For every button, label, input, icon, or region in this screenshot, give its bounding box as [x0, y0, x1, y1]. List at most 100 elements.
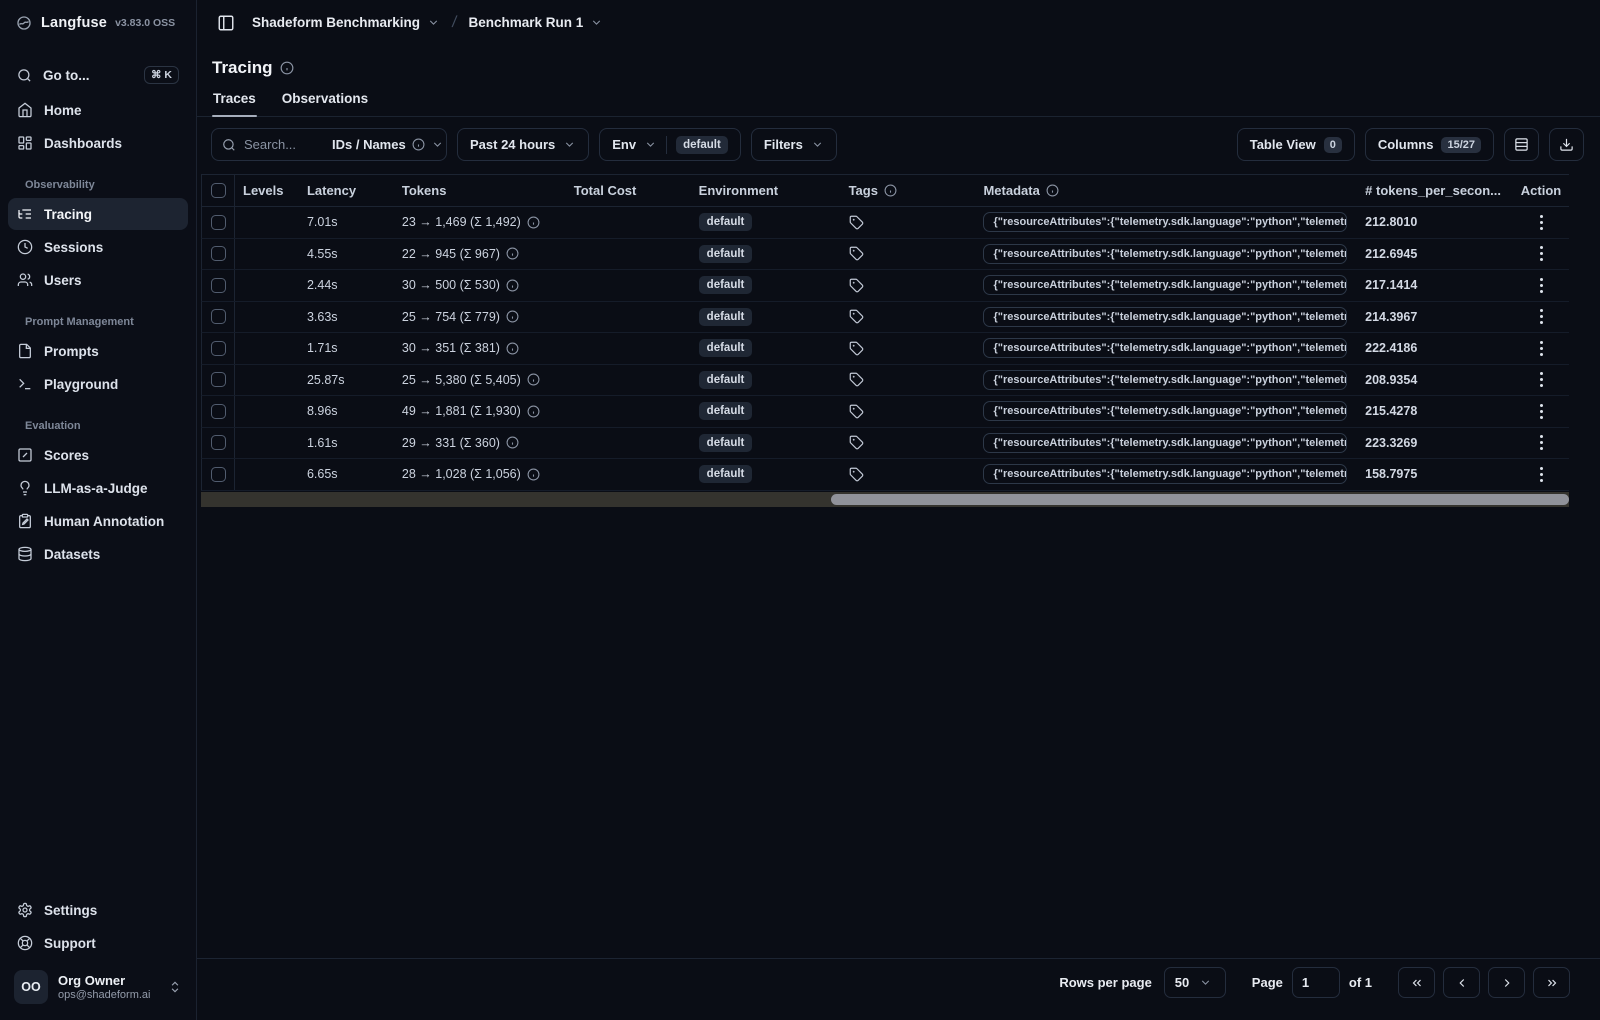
sidebar-item-label: Settings: [44, 902, 98, 918]
row-checkbox[interactable]: [210, 246, 226, 262]
row-actions-kebab[interactable]: [1536, 398, 1547, 424]
table-row[interactable]: 2.44s 30 → 500 (Σ 530) default {"resourc…: [201, 270, 1569, 302]
sidebar-item-human-annotation[interactable]: Human Annotation: [8, 505, 188, 537]
rows-per-page-select[interactable]: 50: [1163, 967, 1226, 998]
table-row[interactable]: 6.65s 28 → 1,028 (Σ 1,056) default {"res…: [201, 459, 1569, 491]
row-cell-tags[interactable]: [841, 239, 976, 270]
table-body: 7.01s 23 → 1,469 (Σ 1,492) default {"res…: [201, 207, 1569, 491]
metadata-pill[interactable]: {"resourceAttributes":{"telemetry.sdk.la…: [983, 338, 1348, 359]
user-menu[interactable]: OO Org Owner ops@shadeform.ai: [0, 960, 196, 1020]
sidebar-item-support[interactable]: Support: [8, 927, 188, 959]
row-height-button[interactable]: [1504, 128, 1539, 161]
row-cell-tags[interactable]: [841, 270, 976, 301]
header-cell-tokens[interactable]: Tokens: [394, 175, 566, 206]
metadata-pill[interactable]: {"resourceAttributes":{"telemetry.sdk.la…: [983, 401, 1348, 422]
tab-observations[interactable]: Observations: [281, 91, 369, 116]
sidebar-item-home[interactable]: Home: [8, 94, 188, 126]
table-row[interactable]: 4.55s 22 → 945 (Σ 967) default {"resourc…: [201, 238, 1569, 270]
row-cell-tags[interactable]: [841, 207, 976, 238]
horizontal-scrollbar[interactable]: [201, 491, 1569, 507]
row-cell-tags[interactable]: [841, 333, 976, 364]
header-cell-latency[interactable]: Latency: [299, 175, 394, 206]
row-actions-kebab[interactable]: [1536, 461, 1547, 487]
sidebar-item-datasets[interactable]: Datasets: [8, 538, 188, 570]
row-checkbox[interactable]: [210, 277, 226, 293]
sidebar-item-playground[interactable]: Playground: [8, 368, 188, 400]
env-filter-button[interactable]: Env default: [599, 128, 741, 161]
first-page-button[interactable]: [1398, 967, 1435, 998]
sidebar-item-label: Users: [44, 272, 82, 288]
header-cell-total-cost[interactable]: Total Cost: [566, 175, 691, 206]
search-box[interactable]: IDs / Names: [211, 128, 447, 161]
row-actions-kebab[interactable]: [1536, 209, 1547, 235]
header-cell-metadata[interactable]: Metadata: [975, 175, 1357, 206]
table-row[interactable]: 7.01s 23 → 1,469 (Σ 1,492) default {"res…: [201, 207, 1569, 239]
prev-page-button[interactable]: [1443, 967, 1480, 998]
tab-traces[interactable]: Traces: [212, 91, 257, 117]
table-row[interactable]: 8.96s 49 → 1,881 (Σ 1,930) default {"res…: [201, 396, 1569, 428]
metadata-pill[interactable]: {"resourceAttributes":{"telemetry.sdk.la…: [983, 464, 1348, 485]
metadata-pill[interactable]: {"resourceAttributes":{"telemetry.sdk.la…: [983, 432, 1348, 453]
sidebar-item-users[interactable]: Users: [8, 264, 188, 296]
header-cell-levels[interactable]: Levels: [235, 175, 299, 206]
header-cell-tokens-per-second[interactable]: # tokens_per_secon...: [1357, 175, 1513, 206]
search-scope-dropdown[interactable]: IDs / Names: [332, 137, 444, 152]
goto-search[interactable]: Go to... ⌘ K: [8, 59, 188, 91]
sidebar-section-prompt-management: Prompt Management: [25, 316, 134, 328]
sidebar-item-prompts[interactable]: Prompts: [8, 335, 188, 367]
table-row[interactable]: 3.63s 25 → 754 (Σ 779) default {"resourc…: [201, 301, 1569, 333]
row-cell-tags[interactable]: [841, 302, 976, 333]
table-view-button[interactable]: Table View 0: [1236, 128, 1355, 161]
breadcrumb-run[interactable]: Benchmark Run 1: [469, 15, 604, 30]
sidebar-item-scores[interactable]: Scores: [8, 439, 188, 471]
metadata-pill[interactable]: {"resourceAttributes":{"telemetry.sdk.la…: [983, 275, 1348, 296]
export-button[interactable]: [1549, 128, 1584, 161]
table-row[interactable]: 25.87s 25 → 5,380 (Σ 5,405) default {"re…: [201, 364, 1569, 396]
environment-badge: default: [698, 339, 753, 358]
row-checkbox[interactable]: [210, 309, 226, 325]
header-cell-environment[interactable]: Environment: [691, 175, 841, 206]
metadata-pill[interactable]: {"resourceAttributes":{"telemetry.sdk.la…: [983, 212, 1348, 233]
row-actions-kebab[interactable]: [1536, 241, 1547, 267]
row-cell-tags[interactable]: [841, 428, 976, 459]
metadata-pill[interactable]: {"resourceAttributes":{"telemetry.sdk.la…: [983, 243, 1348, 264]
row-actions-kebab[interactable]: [1536, 335, 1547, 361]
time-range-button[interactable]: Past 24 hours: [457, 128, 590, 161]
row-checkbox[interactable]: [210, 403, 226, 419]
row-checkbox[interactable]: [210, 466, 226, 482]
scrollbar-thumb[interactable]: [831, 493, 1569, 505]
row-actions-kebab[interactable]: [1536, 367, 1547, 393]
page-number-input[interactable]: [1291, 967, 1340, 998]
columns-button[interactable]: Columns 15/27: [1364, 128, 1494, 161]
brand[interactable]: Langfuse v3.83.0 OSS: [0, 0, 196, 45]
row-cell-select: [202, 301, 235, 332]
table-row[interactable]: 1.61s 29 → 331 (Σ 360) default {"resourc…: [201, 427, 1569, 459]
table-row[interactable]: 1.71s 30 → 351 (Σ 381) default {"resourc…: [201, 333, 1569, 365]
metadata-pill[interactable]: {"resourceAttributes":{"telemetry.sdk.la…: [983, 369, 1348, 390]
sidebar-item-settings[interactable]: Settings: [8, 894, 188, 926]
row-cell-tags[interactable]: [841, 365, 976, 396]
sidebar-item-sessions[interactable]: Sessions: [8, 231, 188, 263]
sidebar-item-llm-as-a-judge[interactable]: LLM-as-a-Judge: [8, 472, 188, 504]
row-checkbox[interactable]: [210, 214, 226, 230]
metadata-pill[interactable]: {"resourceAttributes":{"telemetry.sdk.la…: [983, 306, 1348, 327]
breadcrumb-project[interactable]: Shadeform Benchmarking: [252, 15, 440, 30]
filters-button[interactable]: Filters: [750, 128, 837, 161]
row-checkbox[interactable]: [210, 435, 226, 451]
breadcrumb-project-label: Shadeform Benchmarking: [252, 15, 421, 30]
row-actions-kebab[interactable]: [1536, 430, 1547, 456]
header-cell-tags[interactable]: Tags: [841, 175, 976, 206]
sidebar-item-dashboards[interactable]: Dashboards: [8, 127, 188, 159]
row-actions-kebab[interactable]: [1536, 304, 1547, 330]
row-actions-kebab[interactable]: [1536, 272, 1547, 298]
sidebar-toggle-button[interactable]: [212, 9, 240, 37]
sidebar-item-tracing[interactable]: Tracing: [8, 198, 188, 230]
row-checkbox[interactable]: [210, 340, 226, 356]
row-checkbox[interactable]: [210, 372, 226, 388]
last-page-button[interactable]: [1533, 967, 1570, 998]
select-all-checkbox[interactable]: [210, 183, 226, 198]
row-cell-tags[interactable]: [841, 396, 976, 427]
next-page-button[interactable]: [1488, 967, 1525, 998]
search-input[interactable]: [244, 137, 324, 152]
row-cell-tags[interactable]: [841, 459, 976, 490]
